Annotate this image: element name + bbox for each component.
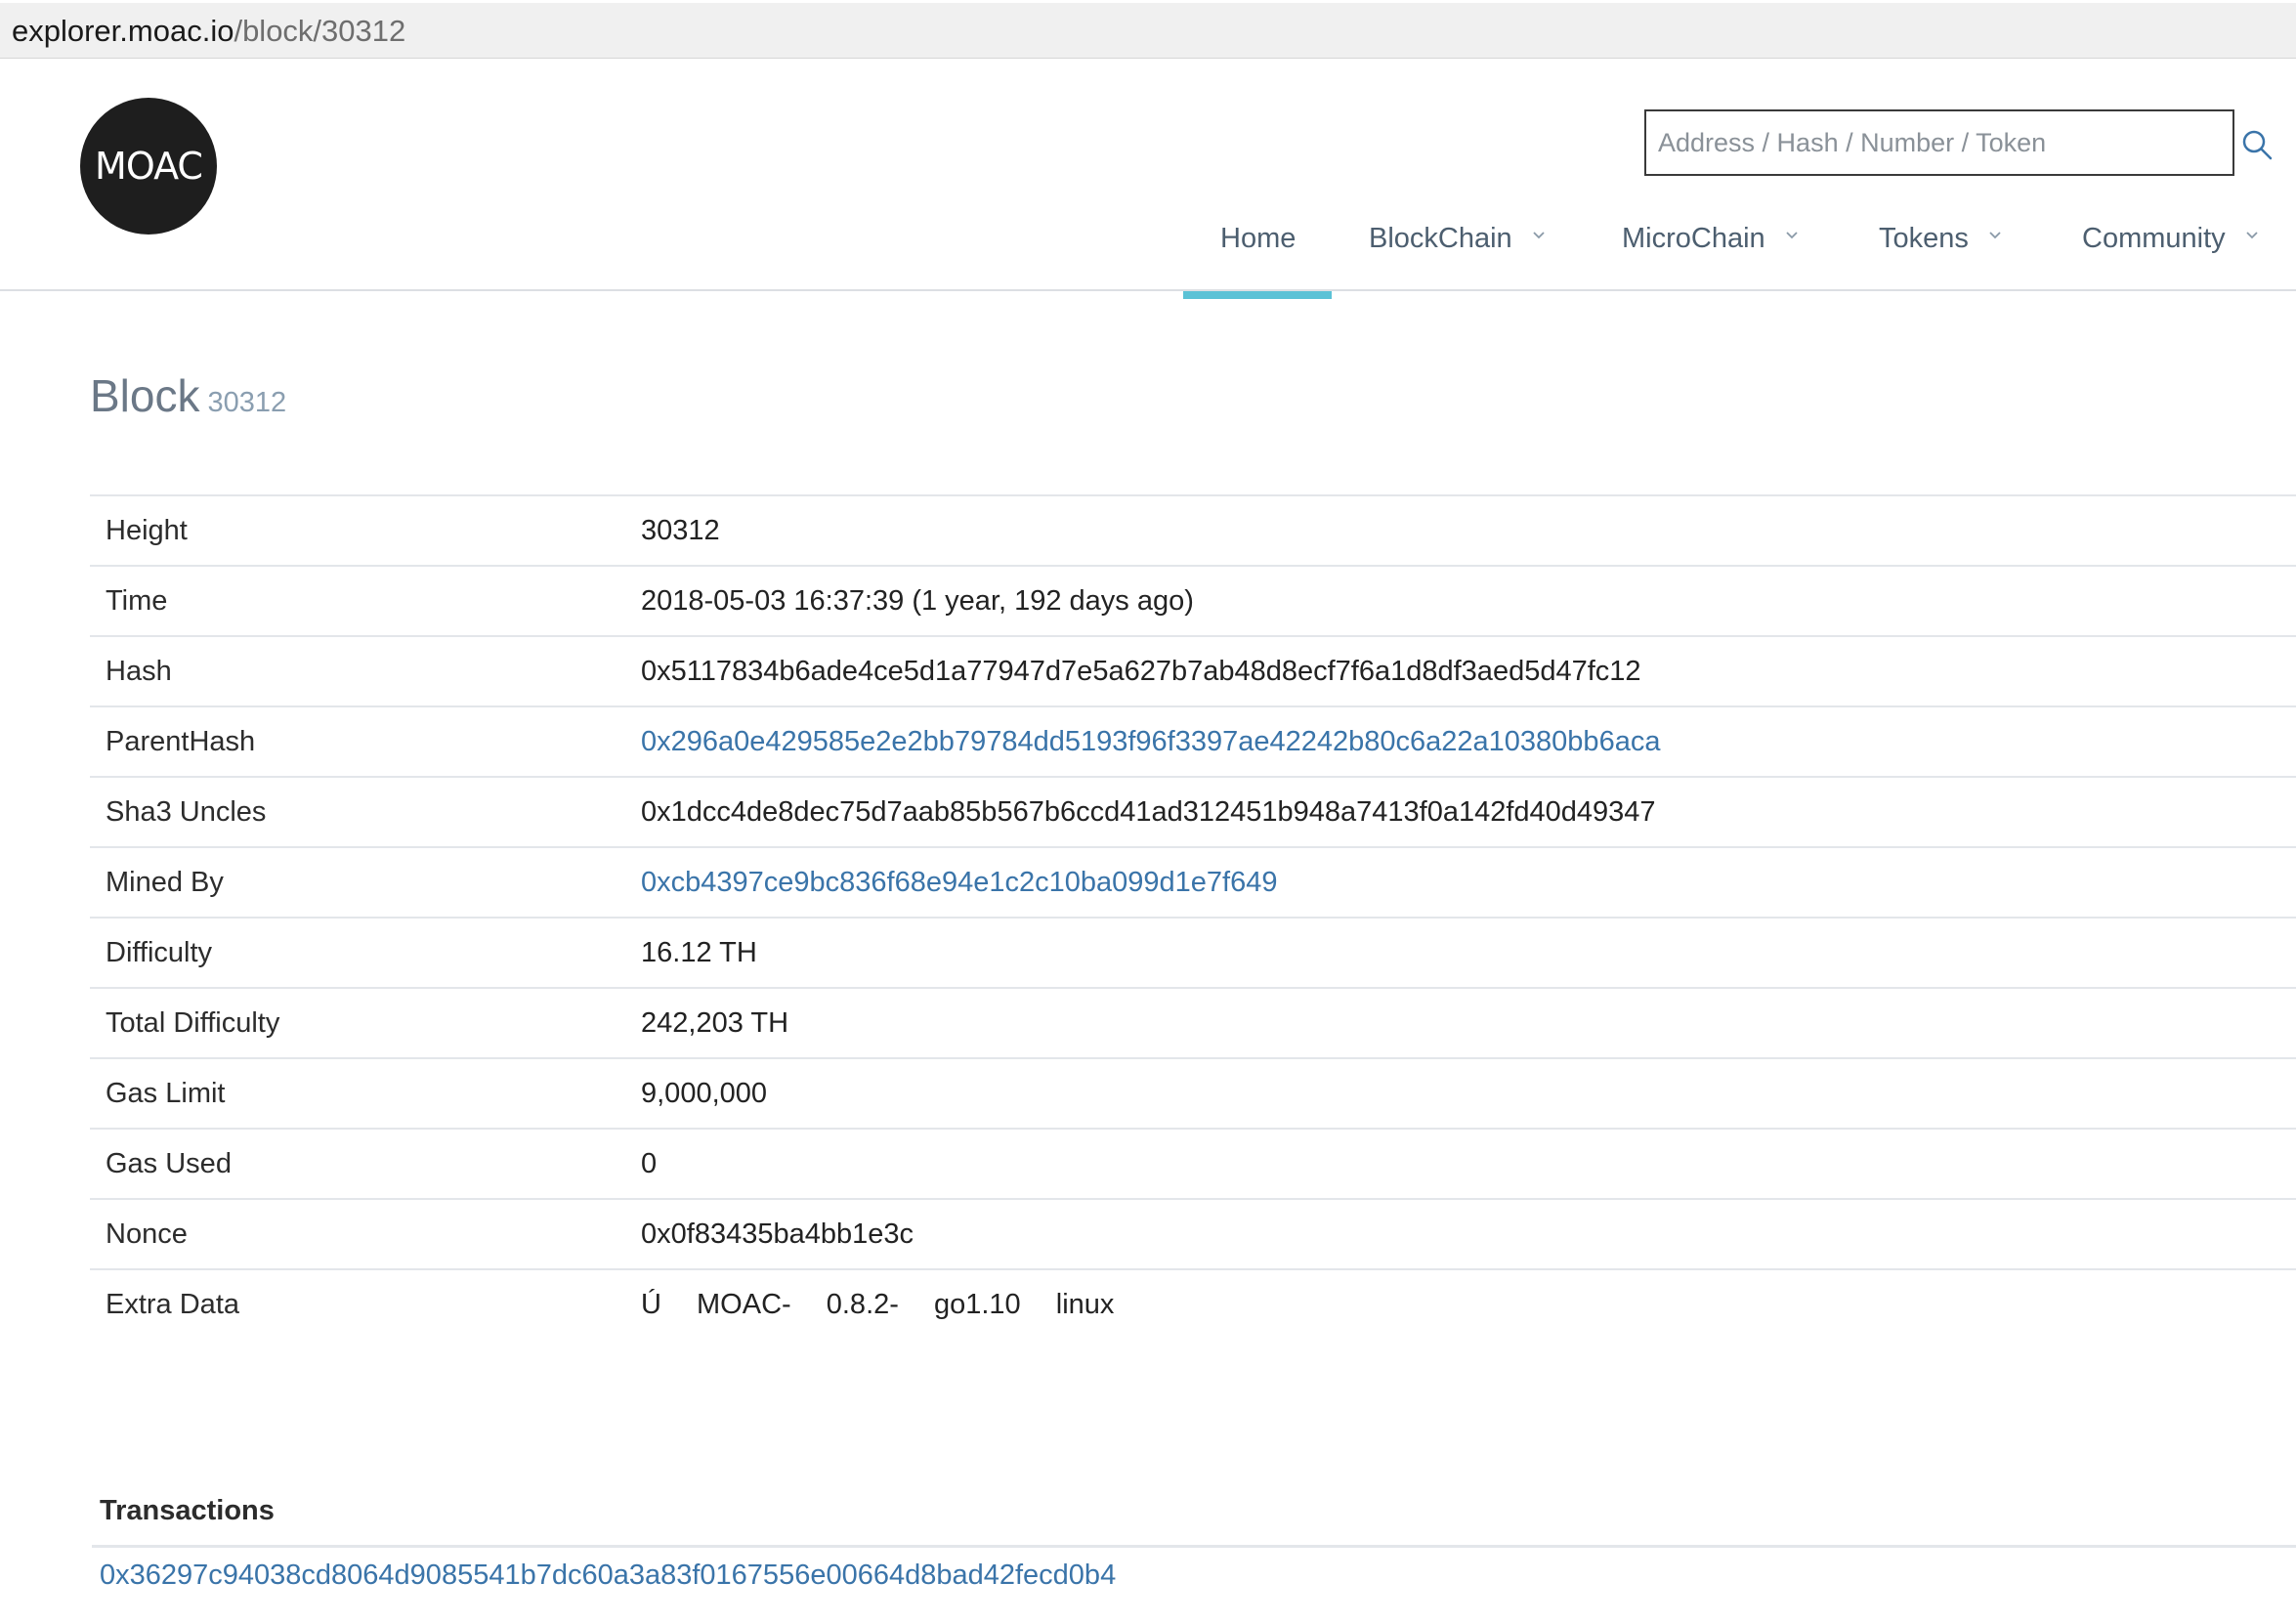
parent-hash-link[interactable]: 0x296a0e429585e2e2bb79784dd5193f96f3397a… [641,726,1660,757]
site-header: MOAC Home BlockChain MicroChain Tokens C… [0,59,2296,299]
nav-community[interactable]: Community [2082,186,2259,291]
miner-address-link[interactable]: 0xcb4397ce9bc836f68e94e1c2c10ba099d1e7f6… [641,867,1277,898]
nav-community-label: Community [2082,223,2226,254]
search-box [1644,109,2234,176]
detail-value-parent-hash: 0x296a0e429585e2e2bb79784dd5193f96f3397a… [641,706,2296,777]
detail-label: Hash [106,655,172,687]
chevron-down-icon [1989,232,2001,239]
detail-label: Nonce [106,1218,188,1250]
detail-row-hash: Hash 0x5117834b6ade4ce5d1a77947d7e5a627b… [90,636,2296,706]
detail-label: Total Difficulty [106,1006,280,1039]
detail-row-extra-data: Extra Data Ú MOAC- 0.8.2- go1.10 linux [90,1269,2296,1340]
transactions-heading: Transactions [100,1495,275,1526]
transaction-link[interactable]: 0x36297c94038cd8064d9085541b7dc60a3a83f0… [100,1560,1116,1592]
main-nav: Home BlockChain MicroChain Tokens Commun… [0,186,2296,299]
detail-label: Height [106,514,188,546]
extra-data-part: Ú [641,1289,661,1320]
detail-row-height: Height 30312 [90,495,2296,566]
url-path: /block/30312 [234,14,406,48]
detail-label: Extra Data [106,1289,239,1320]
detail-row-parent-hash: ParentHash 0x296a0e429585e2e2bb79784dd51… [90,706,2296,777]
detail-label: Mined By [106,866,224,898]
detail-label: Gas Used [106,1147,232,1179]
nav-blockchain[interactable]: BlockChain [1369,186,1546,291]
extra-data-part: MOAC- [697,1289,791,1320]
nav-tokens-label: Tokens [1879,223,1969,254]
logo-text: MOAC [95,145,203,188]
detail-value-extra-data: Ú MOAC- 0.8.2- go1.10 linux [641,1269,2296,1340]
browser-url-bar[interactable]: explorer.moac.io/block/30312 [0,3,2296,59]
transactions-divider [92,1545,2296,1548]
detail-value-gas-used: 0 [641,1147,658,1179]
block-details-table: Height 30312 Time 2018-05-03 16:37:39 (1… [90,494,2296,1340]
nav-microchain[interactable]: MicroChain [1622,186,1799,291]
detail-row-gas-limit: Gas Limit 9,000,000 [90,1058,2296,1129]
detail-row-time: Time 2018-05-03 16:37:39 (1 year, 192 da… [90,566,2296,636]
detail-label: Difficulty [106,936,213,968]
detail-value-nonce: 0x0f83435ba4bb1e3c [641,1218,914,1250]
extra-data-part: 0.8.2- [826,1289,899,1320]
detail-value-total-difficulty: 242,203 TH [641,1006,789,1039]
detail-row-gas-used: Gas Used 0 [90,1129,2296,1199]
nav-home[interactable]: Home [1183,186,1333,299]
search-input[interactable] [1646,111,2232,174]
detail-label: Time [106,584,168,617]
detail-value-hash: 0x5117834b6ade4ce5d1a77947d7e5a627b7ab48… [641,655,1641,687]
chevron-down-icon [2246,232,2258,239]
nav-microchain-label: MicroChain [1622,223,1765,254]
search-icon[interactable] [2239,127,2275,162]
detail-row-total-difficulty: Total Difficulty 242,203 TH [90,988,2296,1058]
detail-row-difficulty: Difficulty 16.12 TH [90,918,2296,988]
page-title: Block 30312 [90,369,286,422]
detail-value-sha3-uncles: 0x1dcc4de8dec75d7aab85b567b6ccd41ad31245… [641,795,1656,828]
detail-label: Sha3 Uncles [106,795,267,828]
detail-value-height: 30312 [641,514,720,546]
extra-data-part: go1.10 [933,1289,1021,1320]
nav-blockchain-label: BlockChain [1369,223,1512,254]
chevron-down-icon [1533,232,1545,239]
detail-row-mined-by: Mined By 0xcb4397ce9bc836f68e94e1c2c10ba… [90,847,2296,918]
chevron-down-icon [1786,232,1798,239]
nav-active-underline [1183,291,1333,299]
detail-value-time: 2018-05-03 16:37:39 (1 year, 192 days ag… [641,584,1194,617]
url-host: explorer.moac.io [12,14,234,48]
detail-value-gas-limit: 9,000,000 [641,1077,768,1109]
block-number-subtitle: 30312 [207,387,287,418]
detail-label: ParentHash [106,725,256,757]
detail-row-nonce: Nonce 0x0f83435ba4bb1e3c [90,1199,2296,1269]
detail-value-mined-by: 0xcb4397ce9bc836f68e94e1c2c10ba099d1e7f6… [641,847,2296,918]
detail-value-difficulty: 16.12 TH [641,936,757,968]
extra-data-part: linux [1055,1289,1115,1320]
detail-row-sha3-uncles: Sha3 Uncles 0x1dcc4de8dec75d7aab85b567b6… [90,777,2296,847]
page-title-text: Block [90,370,200,421]
nav-tokens[interactable]: Tokens [1879,186,2002,291]
detail-label: Gas Limit [106,1077,226,1109]
nav-home-label: Home [1220,223,1297,254]
